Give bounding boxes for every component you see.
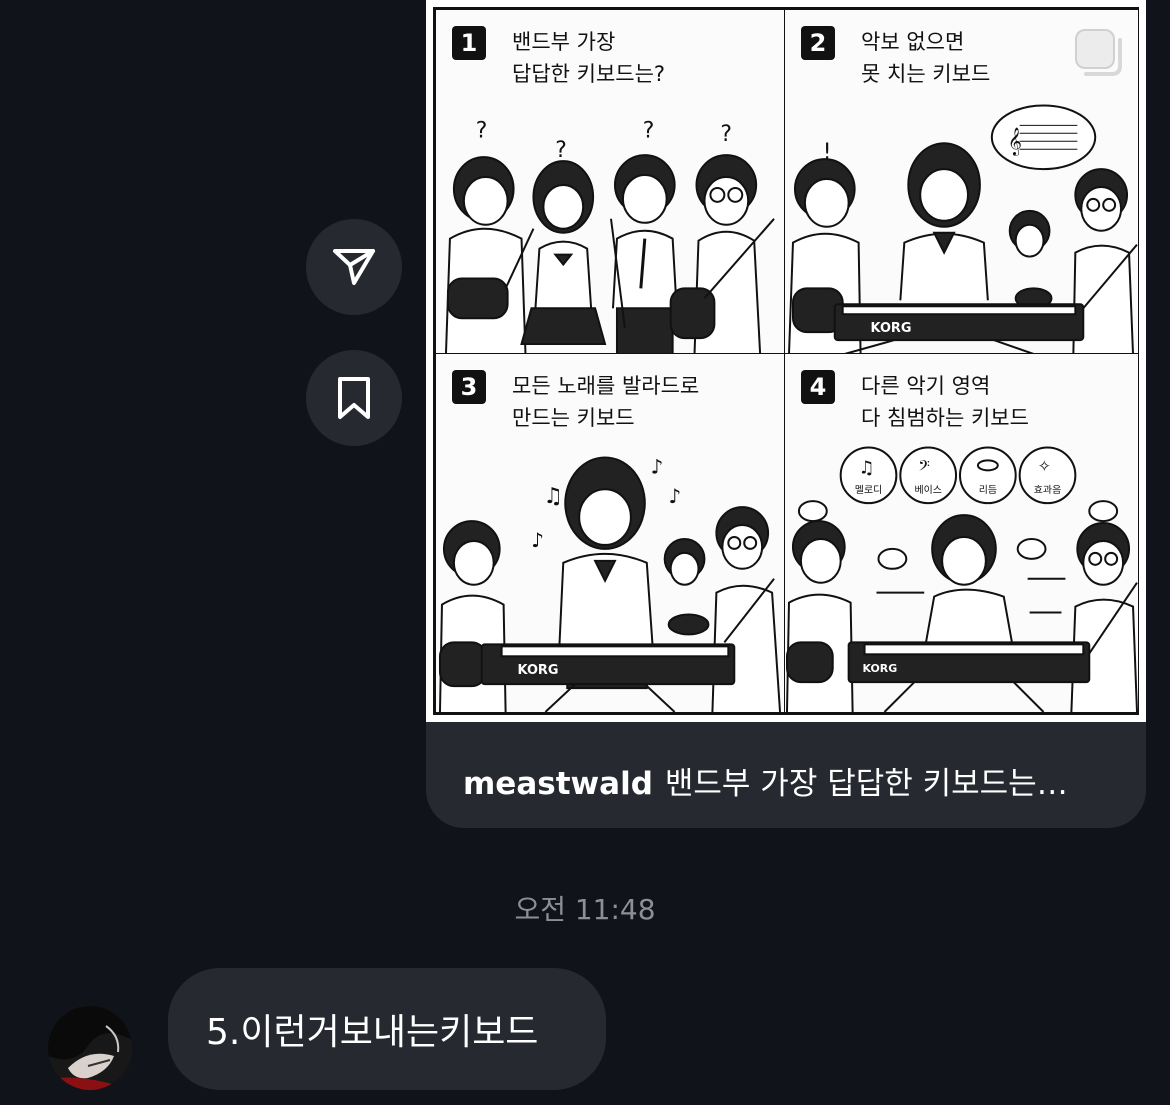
bookmark-icon	[338, 377, 370, 419]
paper-plane-icon	[333, 249, 375, 285]
svg-text:♪: ♪	[651, 455, 664, 478]
comic-panel-3: ♫ ♪ ♪ ♪ KORG 3 모든 노래를 발라드로 만드는 키보드	[435, 353, 786, 713]
svg-text:♫: ♫	[543, 484, 563, 509]
svg-text:♪: ♪	[531, 529, 544, 552]
comic-frame: ? ? ? ? 1 밴드부 가장 답답한 키보드는? 𝄞 ! KORG 2 악보…	[433, 7, 1139, 715]
sender-avatar[interactable]	[48, 1006, 132, 1090]
panel-number-3: 3	[452, 370, 486, 404]
instrument-label-effects: 효과음	[1034, 484, 1061, 496]
panel-number-4: 4	[801, 370, 835, 404]
carousel-icon	[1075, 29, 1122, 76]
shared-post-card[interactable]: ? ? ? ? 1 밴드부 가장 답답한 키보드는? 𝄞 ! KORG 2 악보…	[426, 0, 1146, 828]
svg-text:?: ?	[555, 138, 567, 163]
panel-number-2: 2	[801, 26, 835, 60]
keyboard-brand-label: KORG	[863, 662, 898, 675]
save-button[interactable]	[306, 350, 402, 446]
panel-caption-1: 밴드부 가장 답답한 키보드는?	[512, 30, 666, 86]
comic-panel-1: ? ? ? ? 1 밴드부 가장 답답한 키보드는?	[435, 9, 786, 355]
post-caption-text: 밴드부 가장 답답한 키보드는…	[664, 766, 1068, 802]
svg-text:✧: ✧	[1038, 456, 1051, 475]
share-button[interactable]	[306, 219, 402, 315]
message-timestamp: 오전 11:48	[514, 893, 656, 926]
svg-text:?: ?	[643, 118, 655, 143]
svg-text:♪: ♪	[669, 485, 682, 508]
post-username: meastwald	[463, 766, 653, 802]
instrument-label-bass: 베이스	[914, 484, 941, 496]
keyboard-brand-label: KORG	[871, 321, 912, 336]
panel-caption-2: 악보 없으면 못 치는 키보드	[861, 30, 991, 86]
keyboard-brand-label: KORG	[518, 663, 559, 678]
message-text: 5.이런거보내는키보드	[206, 1012, 539, 1053]
svg-text:𝄞: 𝄞	[1008, 127, 1022, 156]
svg-text:♫: ♫	[859, 457, 875, 478]
message-bubble[interactable]: 5.이런거보내는키보드	[168, 968, 606, 1090]
svg-text:𝄢: 𝄢	[918, 457, 930, 478]
panel-caption-4: 다른 악기 영역 다 침범하는 키보드	[861, 374, 1029, 430]
avatar-image	[48, 1006, 132, 1090]
svg-text:?: ?	[476, 118, 488, 143]
panel-number-1: 1	[452, 26, 486, 60]
shared-post-image[interactable]: ? ? ? ? 1 밴드부 가장 답답한 키보드는? 𝄞 ! KORG 2 악보…	[426, 0, 1146, 722]
panel-caption-3: 모든 노래를 발라드로 만드는 키보드	[512, 374, 700, 430]
instrument-label-rhythm: 리듬	[979, 484, 997, 496]
post-caption: meastwald 밴드부 가장 답답한 키보드는…	[463, 758, 1068, 803]
svg-text:?: ?	[720, 122, 732, 147]
instrument-label-melody: 멜로디	[855, 484, 882, 496]
comic-panel-4: ♫ 𝄢 ✧ KORG 멜로디 베이스 리듬 효과음 4 다른 악기 영역 다 침…	[784, 353, 1139, 713]
